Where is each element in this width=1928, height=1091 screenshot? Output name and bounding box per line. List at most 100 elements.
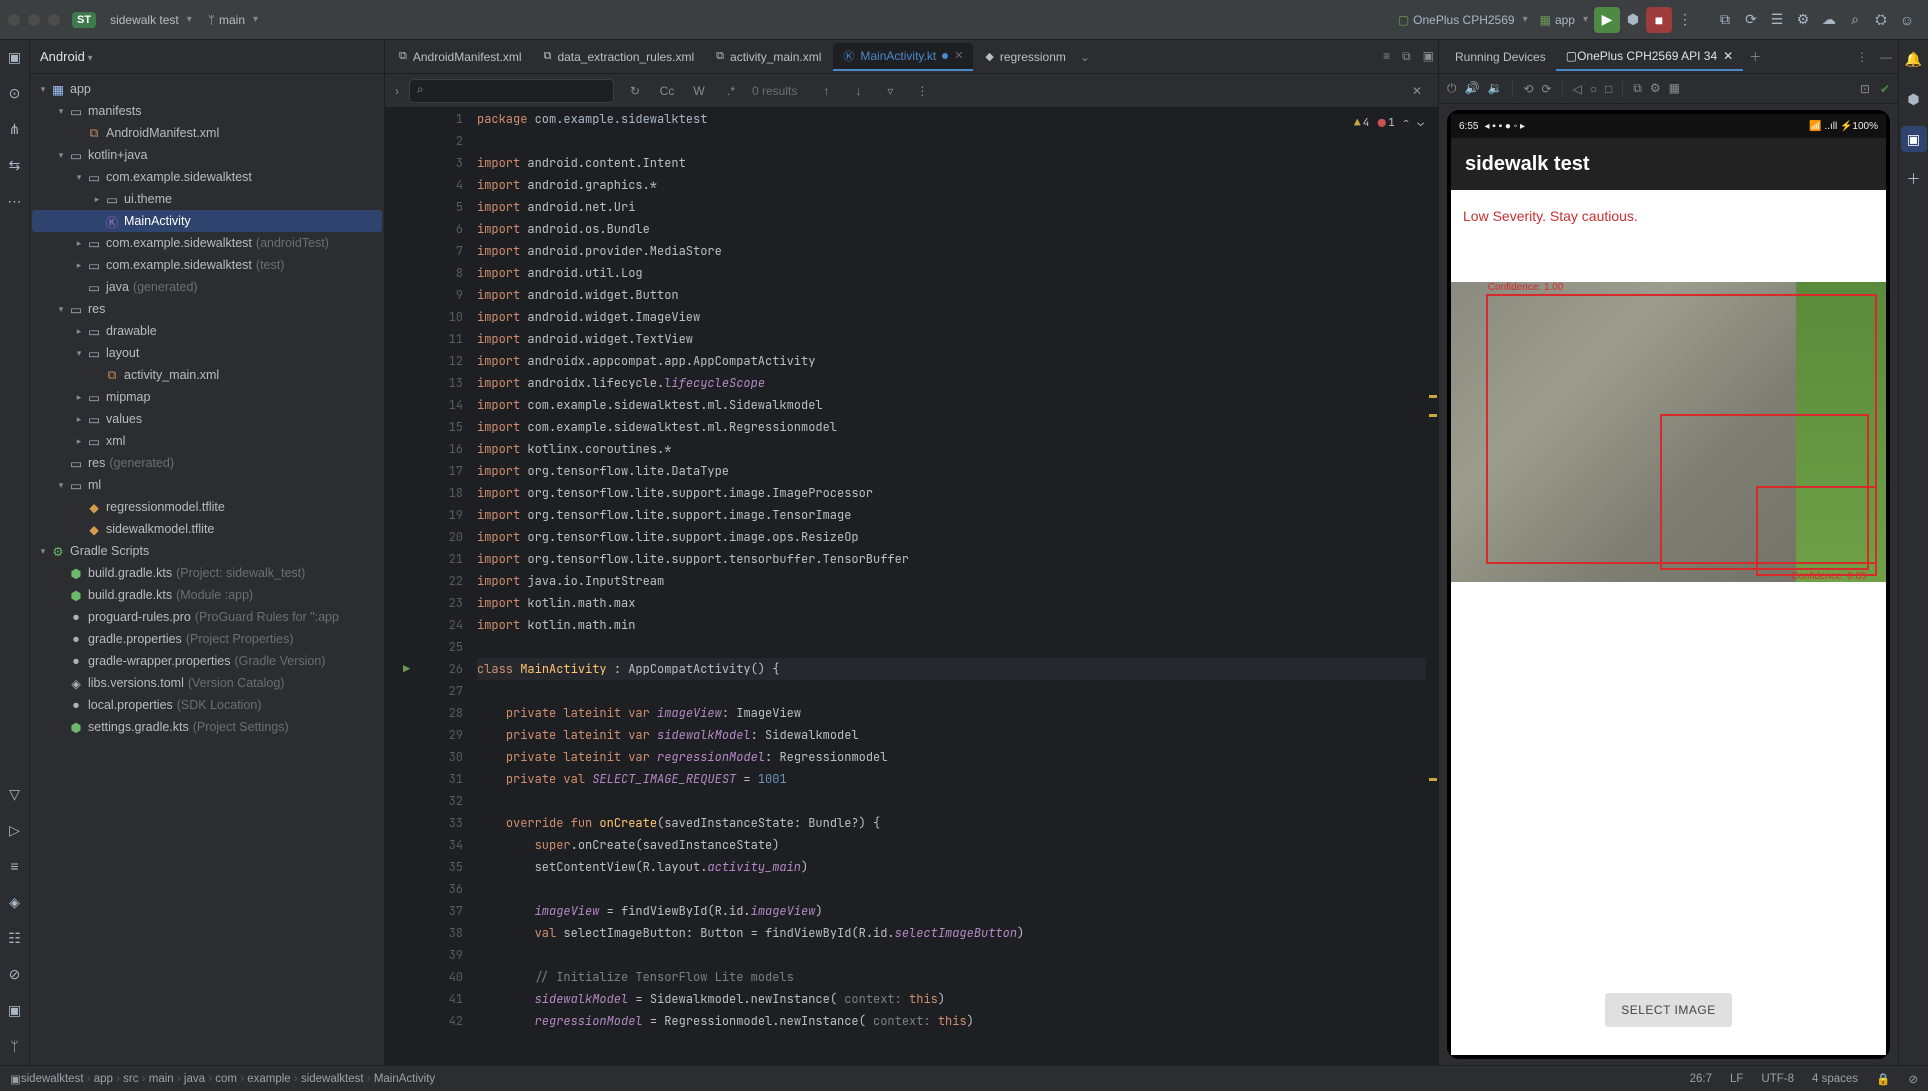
- gradle-tool-icon[interactable]: ⬢: [1901, 86, 1927, 112]
- notifications-icon[interactable]: 🔔: [1901, 46, 1927, 72]
- bookmarks-icon[interactable]: ▽: [4, 783, 26, 805]
- tree-node[interactable]: ⓀMainActivity: [32, 210, 382, 232]
- breadcrumb-item[interactable]: example: [247, 1073, 301, 1085]
- inspection-summary[interactable]: 4 1 ⌃⌄: [1354, 112, 1424, 134]
- device-mirror[interactable]: 6:55 ◂ ▪ ▪ ● ◦ ▸ 📶 ..ıll ⚡100% sidewalk …: [1447, 110, 1890, 1059]
- toolbar-icon[interactable]: ☁: [1816, 7, 1842, 33]
- tree-node[interactable]: ▭res(generated): [32, 452, 382, 474]
- tabs-overflow-icon[interactable]: ⌄: [1080, 50, 1090, 64]
- project-tool-icon[interactable]: ▣: [4, 46, 26, 68]
- filter-icon[interactable]: ▿: [879, 84, 901, 98]
- device-settings-icon[interactable]: ⚙: [1650, 81, 1661, 96]
- tree-node[interactable]: ▾▭layout: [32, 342, 382, 364]
- rotate-left-icon[interactable]: ⟲: [1523, 82, 1533, 96]
- find-input[interactable]: [409, 79, 614, 103]
- back-icon[interactable]: ◁: [1573, 82, 1582, 96]
- search-icon[interactable]: ⌕: [1842, 7, 1868, 33]
- problems-icon[interactable]: ⊘: [4, 963, 26, 985]
- pull-requests-icon[interactable]: ⇆: [4, 154, 26, 176]
- select-image-button[interactable]: SELECT IMAGE: [1605, 993, 1731, 1027]
- run-button[interactable]: ▶: [1594, 7, 1620, 33]
- stop-button[interactable]: ■: [1646, 7, 1672, 33]
- tree-node[interactable]: ▾▭ml: [32, 474, 382, 496]
- breadcrumb-item[interactable]: MainActivity: [374, 1073, 435, 1085]
- tree-node[interactable]: ◈libs.versions.toml(Version Catalog): [32, 672, 382, 694]
- tree-node[interactable]: ▾▭res: [32, 298, 382, 320]
- run-config-selector[interactable]: app: [1534, 13, 1594, 27]
- terminal-icon[interactable]: ▣: [4, 999, 26, 1021]
- debug-button[interactable]: ⬢: [1620, 7, 1646, 33]
- editor-float-icon[interactable]: ▣: [1423, 49, 1434, 64]
- editor-tab[interactable]: ⧉data_extraction_rules.xml: [534, 43, 705, 71]
- volume-up-icon[interactable]: 🔊: [1465, 81, 1480, 96]
- more-find-icon[interactable]: ⋮: [911, 84, 933, 98]
- tree-node[interactable]: ▸▭drawable: [32, 320, 382, 342]
- error-stripe[interactable]: [1426, 108, 1438, 1065]
- more-tool-icon[interactable]: ⋯: [4, 190, 26, 212]
- code-editor[interactable]: 4 1 ⌃⌄ ▶ 1234567891011121314151617181920…: [403, 108, 1438, 1065]
- device-tab[interactable]: ▢ OnePlus CPH2569 API 34✕: [1556, 43, 1744, 71]
- breadcrumb-item[interactable]: java: [184, 1073, 215, 1085]
- panel-minimize-icon[interactable]: —: [1880, 50, 1892, 64]
- vcs-tool-icon[interactable]: ᛘ: [4, 1035, 26, 1057]
- tree-node[interactable]: ▾▭kotlin+java: [32, 144, 382, 166]
- readonly-icon[interactable]: 🔒: [1876, 1072, 1890, 1086]
- toolbar-icon[interactable]: ⧉: [1712, 7, 1738, 33]
- tree-node[interactable]: ▸▭com.example.sidewalktest(test): [32, 254, 382, 276]
- project-view-selector[interactable]: Android: [30, 40, 384, 74]
- tree-node[interactable]: ▭java(generated): [32, 276, 382, 298]
- editor-tab[interactable]: ⧉AndroidManifest.xml: [389, 43, 532, 71]
- emulator-add-icon[interactable]: ＋: [1901, 166, 1927, 192]
- zoom-icon[interactable]: ⊡: [1860, 82, 1870, 96]
- account-icon[interactable]: ☺: [1894, 7, 1920, 33]
- breadcrumb-item[interactable]: app: [94, 1073, 123, 1085]
- prev-match-icon[interactable]: ↑: [815, 84, 837, 98]
- tree-node[interactable]: ▸▭xml: [32, 430, 382, 452]
- run-tool-icon[interactable]: ▷: [4, 819, 26, 841]
- breadcrumb-root-icon[interactable]: ▣: [10, 1072, 21, 1086]
- tree-node[interactable]: ◆sidewalkmodel.tflite: [32, 518, 382, 540]
- indent-settings[interactable]: 4 spaces: [1812, 1073, 1858, 1085]
- toolbar-icon[interactable]: ☰: [1764, 7, 1790, 33]
- tree-node[interactable]: ⧉AndroidManifest.xml: [32, 122, 382, 144]
- tree-node[interactable]: ●proguard-rules.pro(ProGuard Rules for "…: [32, 606, 382, 628]
- line-separator[interactable]: LF: [1730, 1073, 1743, 1085]
- tree-node[interactable]: ⬢build.gradle.kts(Project: sidewalk_test…: [32, 562, 382, 584]
- settings-icon[interactable]: ⛭: [1868, 7, 1894, 33]
- close-find-icon[interactable]: ✕: [1406, 84, 1428, 98]
- tree-node[interactable]: ⧉activity_main.xml: [32, 364, 382, 386]
- toolbar-icon[interactable]: ⚙: [1790, 7, 1816, 33]
- device-selector[interactable]: OnePlus CPH2569: [1392, 13, 1534, 27]
- home-icon[interactable]: ○: [1590, 82, 1597, 96]
- breadcrumb-item[interactable]: main: [149, 1073, 184, 1085]
- editor-tab[interactable]: ⧉activity_main.xml: [706, 43, 831, 71]
- tree-node[interactable]: ●local.properties(SDK Location): [32, 694, 382, 716]
- regex-toggle[interactable]: .*: [720, 84, 742, 98]
- editor-list-icon[interactable]: ≡: [1383, 49, 1390, 64]
- tree-node[interactable]: ▸▭mipmap: [32, 386, 382, 408]
- tree-node[interactable]: ▾▭com.example.sidewalktest: [32, 166, 382, 188]
- next-match-icon[interactable]: ↓: [847, 84, 869, 98]
- panel-options-icon[interactable]: ⋮: [1856, 50, 1868, 64]
- tree-node[interactable]: ▾▭manifests: [32, 100, 382, 122]
- structure-tool-icon[interactable]: ⋔: [4, 118, 26, 140]
- memory-icon[interactable]: ⊘: [1908, 1072, 1918, 1086]
- words-toggle[interactable]: W: [688, 84, 710, 98]
- logcat-icon[interactable]: ☷: [4, 927, 26, 949]
- layout-inspect-icon[interactable]: ▦: [1669, 81, 1680, 96]
- power-icon[interactable]: ⏻: [1447, 81, 1457, 96]
- find-history-icon[interactable]: ›: [395, 84, 399, 98]
- project-selector[interactable]: sidewalk test: [102, 11, 200, 29]
- tree-node[interactable]: ●gradle-wrapper.properties(Gradle Versio…: [32, 650, 382, 672]
- editor-tab[interactable]: ⓀMainActivity.kt✕: [833, 43, 973, 71]
- tree-node[interactable]: ▾⚙Gradle Scripts: [32, 540, 382, 562]
- match-case-toggle[interactable]: Cc: [656, 84, 678, 98]
- tree-node[interactable]: ⬢settings.gradle.kts(Project Settings): [32, 716, 382, 738]
- editor-split-icon[interactable]: ⧉: [1402, 49, 1411, 64]
- tree-node[interactable]: ▸▭com.example.sidewalktest(androidTest): [32, 232, 382, 254]
- tree-node[interactable]: ●gradle.properties(Project Properties): [32, 628, 382, 650]
- tree-node[interactable]: ▾▦app: [32, 78, 382, 100]
- screenshot-icon[interactable]: ⧉: [1633, 81, 1642, 96]
- breadcrumb-item[interactable]: sidewalktest: [21, 1073, 94, 1085]
- device-manager-icon[interactable]: ▣: [1901, 126, 1927, 152]
